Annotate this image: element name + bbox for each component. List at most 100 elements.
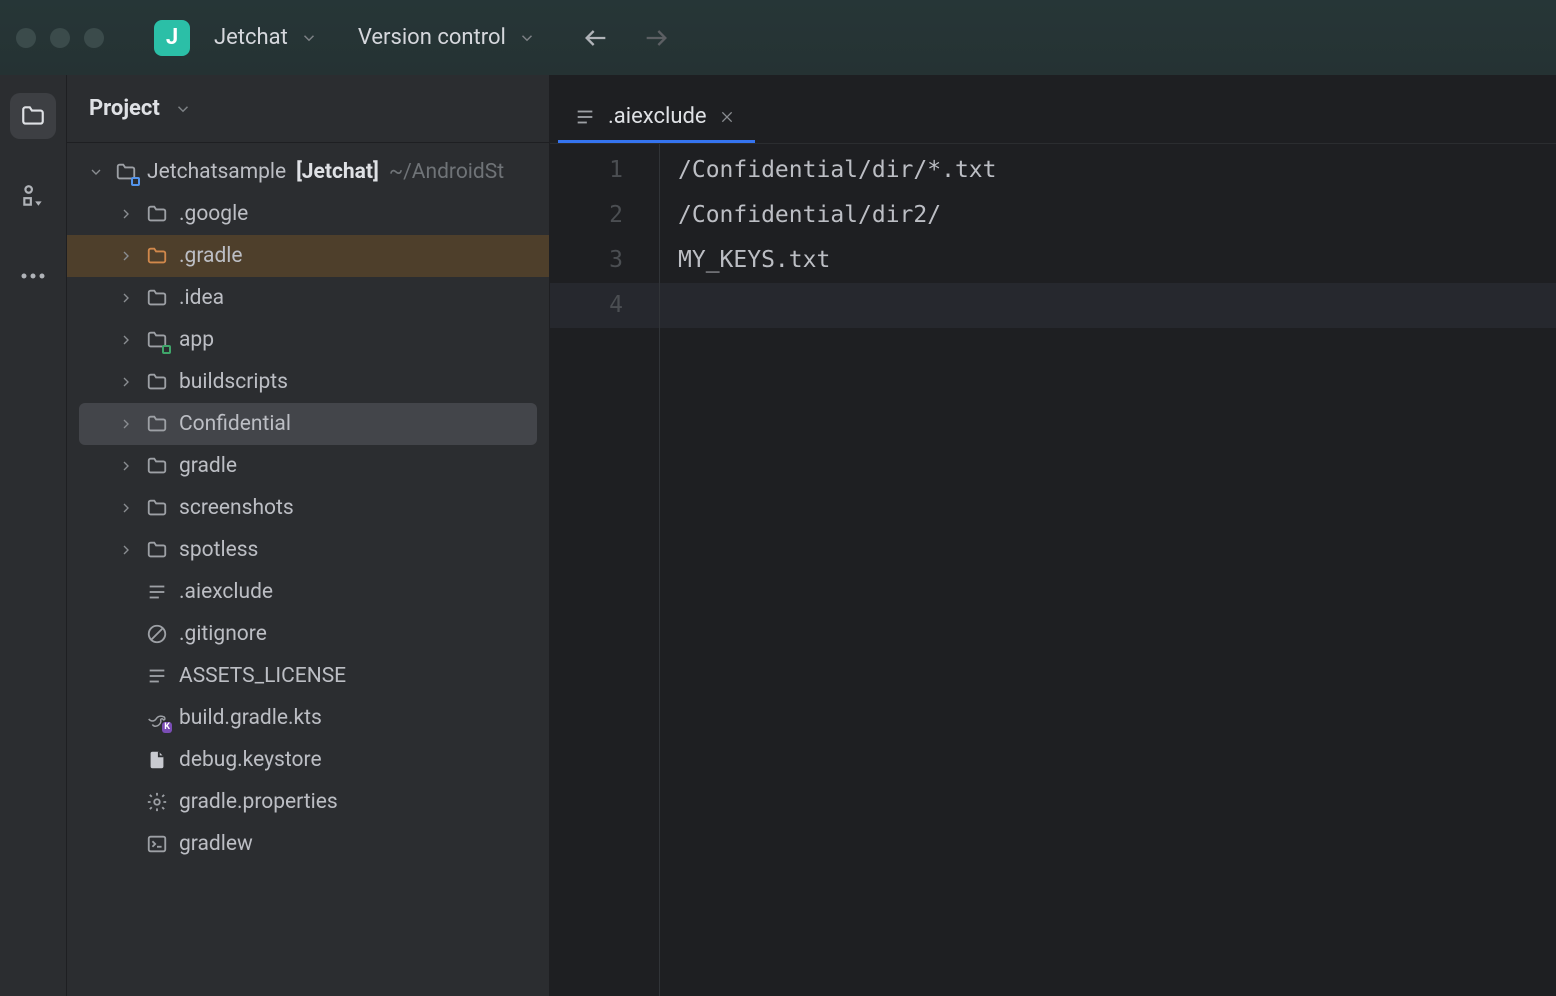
tree-root-name: Jetchatsample (147, 160, 286, 184)
nav-arrows (582, 24, 670, 52)
chevron-right-icon[interactable] (117, 206, 135, 222)
project-name: Jetchat (214, 25, 288, 50)
more-tool-button[interactable] (10, 253, 56, 299)
code-line[interactable] (678, 283, 997, 328)
folder-icon (146, 371, 168, 393)
tree-item[interactable]: screenshots (67, 487, 549, 529)
line-number: 3 (550, 238, 623, 283)
chevron-right-icon[interactable] (117, 542, 135, 558)
project-folder-icon (115, 161, 137, 183)
tree-item[interactable]: Confidential (79, 403, 537, 445)
chevron-down-icon (518, 29, 536, 47)
chevron-down-icon (300, 29, 318, 47)
tree-item[interactable]: .gradle (67, 235, 549, 277)
tree-item[interactable]: .idea (67, 277, 549, 319)
code-line[interactable]: /Confidential/dir/*.txt (678, 148, 997, 193)
tree-item-label: .gitignore (179, 622, 267, 646)
tree-item-label: ASSETS_LICENSE (179, 664, 346, 688)
nav-back-button[interactable] (582, 24, 610, 52)
tree-item[interactable]: gradle.properties (67, 781, 549, 823)
structure-tool-button[interactable] (10, 173, 56, 219)
folder-icon (146, 245, 168, 267)
project-panel: Project Jetchatsample [Jetchat] ~/Androi… (67, 75, 550, 996)
tree-item[interactable]: K build.gradle.kts (67, 697, 549, 739)
chevron-down-icon (174, 100, 192, 118)
tree-item-label: buildscripts (179, 370, 288, 394)
editor-area: .aiexclude 1234 /Confidential/dir/*.txt/… (550, 75, 1556, 996)
tree-root[interactable]: Jetchatsample [Jetchat] ~/AndroidSt (67, 151, 549, 193)
tree-item[interactable]: debug.keystore (67, 739, 549, 781)
text-file-icon (146, 665, 168, 687)
tab-aiexclude[interactable]: .aiexclude (558, 90, 755, 143)
tree-item[interactable]: .google (67, 193, 549, 235)
vcs-label: Version control (358, 25, 506, 50)
tree-item[interactable]: ASSETS_LICENSE (67, 655, 549, 697)
folder-icon (146, 287, 168, 309)
tree-item-label: spotless (179, 538, 258, 562)
window-controls (16, 28, 104, 48)
text-file-icon (574, 106, 596, 128)
project-tree[interactable]: Jetchatsample [Jetchat] ~/AndroidSt .goo… (67, 143, 549, 865)
chevron-right-icon[interactable] (117, 458, 135, 474)
tree-item-label: .aiexclude (179, 580, 273, 604)
project-panel-header[interactable]: Project (67, 75, 549, 143)
editor-content[interactable]: /Confidential/dir/*.txt/Confidential/dir… (660, 144, 997, 996)
code-line[interactable]: /Confidential/dir2/ (678, 193, 997, 238)
tree-item[interactable]: .gitignore (67, 613, 549, 655)
project-tool-button[interactable] (10, 93, 56, 139)
folder-icon (146, 539, 168, 561)
tree-item-label: Confidential (179, 412, 291, 436)
folder-icon (146, 455, 168, 477)
project-selector[interactable]: Jetchat (206, 19, 326, 56)
terminal-icon (146, 833, 168, 855)
tree-root-path: ~/AndroidSt (389, 160, 504, 184)
zoom-window-button[interactable] (84, 28, 104, 48)
chevron-down-icon[interactable] (87, 164, 105, 180)
minimize-window-button[interactable] (50, 28, 70, 48)
panel-title: Project (89, 96, 160, 121)
chevron-right-icon[interactable] (117, 248, 135, 264)
vcs-selector[interactable]: Version control (350, 19, 544, 56)
tree-item-label: screenshots (179, 496, 294, 520)
editor-gutter: 1234 (550, 144, 660, 996)
line-number: 4 (550, 283, 623, 328)
chevron-right-icon[interactable] (117, 374, 135, 390)
tree-item[interactable]: buildscripts (67, 361, 549, 403)
close-tab-button[interactable] (719, 109, 735, 125)
nav-forward-button[interactable] (642, 24, 670, 52)
chevron-right-icon[interactable] (117, 500, 135, 516)
tree-item-label: .google (179, 202, 248, 226)
tree-item-label: gradle (179, 454, 237, 478)
editor-tabs: .aiexclude (550, 75, 1556, 143)
module-icon (146, 329, 168, 351)
tree-item-label: build.gradle.kts (179, 706, 322, 730)
tree-item-label: .idea (179, 286, 224, 310)
tree-item-label: debug.keystore (179, 748, 322, 772)
folder-icon (146, 413, 168, 435)
gradle-kts-icon: K (146, 707, 168, 729)
folder-icon (146, 203, 168, 225)
title-bar: J Jetchat Version control (0, 0, 1556, 75)
chevron-right-icon[interactable] (117, 290, 135, 306)
tab-label: .aiexclude (608, 104, 707, 129)
gear-icon (146, 791, 168, 813)
tree-item[interactable]: gradlew (67, 823, 549, 865)
folder-icon (146, 497, 168, 519)
tree-item-label: gradlew (179, 832, 253, 856)
ignore-file-icon (146, 623, 168, 645)
tree-item-label: gradle.properties (179, 790, 338, 814)
code-line[interactable]: MY_KEYS.txt (678, 238, 997, 283)
tree-item[interactable]: spotless (67, 529, 549, 571)
chevron-right-icon[interactable] (117, 416, 135, 432)
tree-item[interactable]: app (67, 319, 549, 361)
left-rail (0, 75, 67, 996)
chevron-right-icon[interactable] (117, 332, 135, 348)
text-file-icon (146, 581, 168, 603)
line-number: 1 (550, 148, 623, 193)
close-window-button[interactable] (16, 28, 36, 48)
file-icon (146, 749, 168, 771)
tree-item[interactable]: gradle (67, 445, 549, 487)
code-editor[interactable]: 1234 /Confidential/dir/*.txt/Confidentia… (550, 143, 1556, 996)
project-icon: J (154, 20, 190, 56)
tree-item[interactable]: .aiexclude (67, 571, 549, 613)
